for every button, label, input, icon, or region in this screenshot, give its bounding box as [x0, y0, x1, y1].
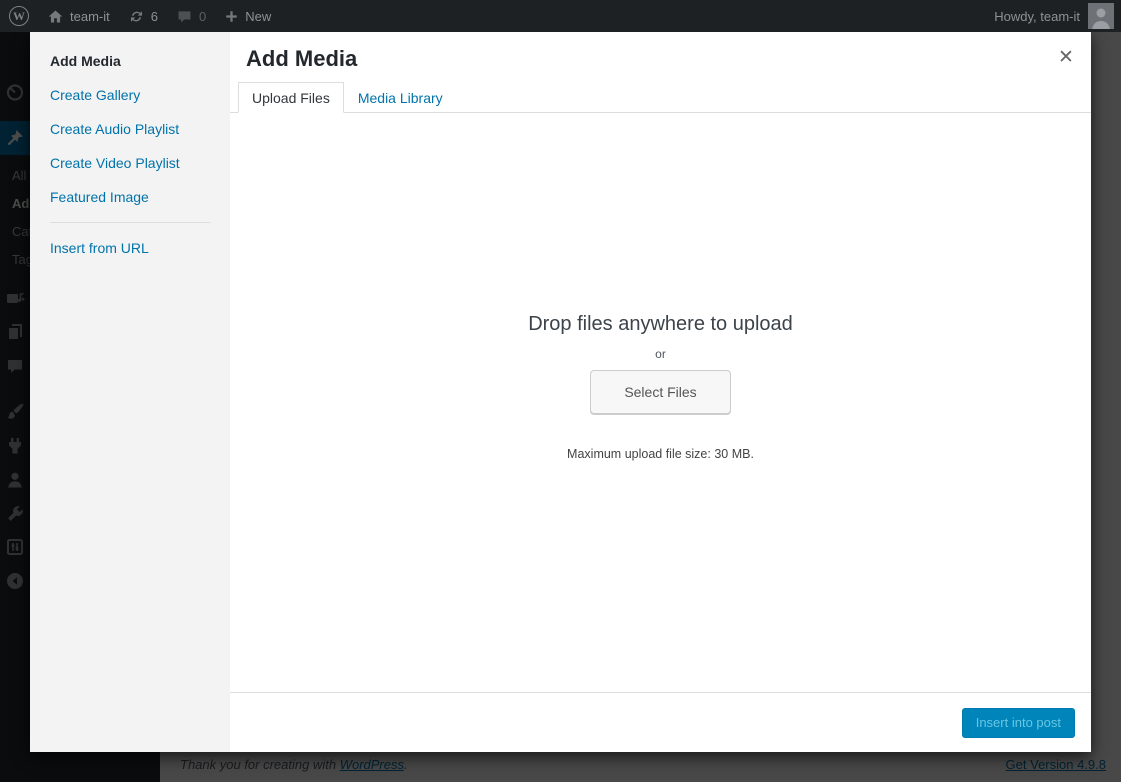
media-modal-menu: Add Media Create Gallery Create Audio Pl…	[30, 32, 230, 752]
menu-separator	[50, 222, 210, 223]
comments-menu[interactable]: 0	[167, 0, 215, 32]
wp-logo-menu[interactable]: W	[0, 0, 38, 32]
home-icon	[47, 8, 64, 25]
menu-item-insert-from-url[interactable]: Insert from URL	[30, 231, 230, 265]
menu-item-create-gallery[interactable]: Create Gallery	[30, 78, 230, 112]
upload-dropzone[interactable]: Drop files anywhere to upload or Select …	[230, 113, 1091, 692]
modal-title: Add Media	[230, 32, 1091, 74]
updates-menu[interactable]: 6	[119, 0, 167, 32]
new-content-menu[interactable]: New	[215, 0, 280, 32]
comments-icon	[176, 8, 193, 25]
updates-count: 6	[151, 9, 158, 24]
max-upload-note: Maximum upload file size: 30 MB.	[528, 447, 793, 461]
comments-count: 0	[199, 9, 206, 24]
new-label: New	[245, 9, 271, 24]
wordpress-logo-icon: W	[9, 6, 29, 26]
plus-icon	[224, 9, 239, 24]
menu-item-create-video-playlist[interactable]: Create Video Playlist	[30, 146, 230, 180]
menu-item-featured-image[interactable]: Featured Image	[30, 180, 230, 214]
tab-upload-files[interactable]: Upload Files	[238, 82, 344, 113]
close-icon[interactable]: ✕	[1041, 32, 1091, 82]
dropzone-or-text: or	[528, 347, 793, 361]
tab-media-library[interactable]: Media Library	[344, 82, 457, 113]
add-media-modal: Add Media Create Gallery Create Audio Pl…	[30, 32, 1091, 752]
site-name-menu[interactable]: team-it	[38, 0, 119, 32]
menu-item-create-audio-playlist[interactable]: Create Audio Playlist	[30, 112, 230, 146]
media-router: Upload Files Media Library	[230, 82, 1091, 113]
updates-icon	[128, 8, 145, 25]
select-files-button[interactable]: Select Files	[590, 370, 730, 414]
site-name-label: team-it	[70, 9, 110, 24]
media-modal-main: Add Media ✕ Upload Files Media Library D…	[230, 32, 1091, 752]
admin-bar: W team-it 6 0 New Howdy, team-it	[0, 0, 1121, 32]
modal-toolbar: Insert into post	[230, 692, 1091, 752]
insert-into-post-button[interactable]: Insert into post	[962, 708, 1075, 738]
avatar[interactable]	[1088, 3, 1114, 29]
howdy-account-menu[interactable]: Howdy, team-it	[994, 9, 1080, 24]
menu-item-add-media[interactable]: Add Media	[30, 44, 230, 78]
dropzone-heading: Drop files anywhere to upload	[528, 311, 793, 337]
